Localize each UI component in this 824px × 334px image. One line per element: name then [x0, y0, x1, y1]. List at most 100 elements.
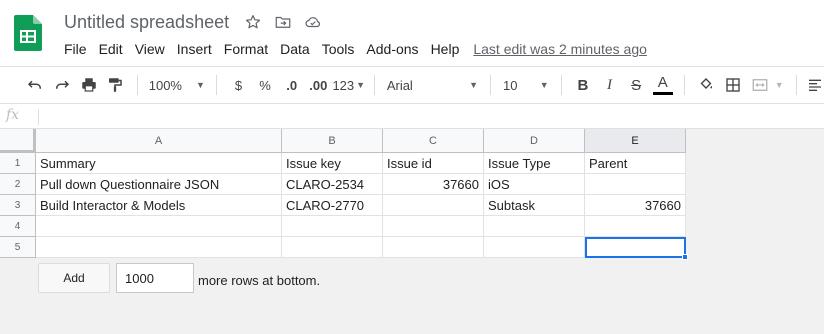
- add-rows-button[interactable]: Add: [38, 263, 110, 293]
- paint-format-icon[interactable]: [102, 72, 129, 98]
- font-size-select[interactable]: 10 ▼: [499, 72, 553, 98]
- italic-button[interactable]: I: [596, 72, 623, 98]
- cell-d1[interactable]: Issue Type: [484, 153, 585, 174]
- chevron-down-icon: ▼: [195, 80, 205, 90]
- fill-handle[interactable]: [682, 254, 688, 260]
- cell-b4[interactable]: [282, 216, 383, 237]
- cell-c2[interactable]: 37660: [383, 174, 484, 195]
- fill-color-icon[interactable]: [693, 72, 720, 98]
- cell-a2[interactable]: Pull down Questionnaire JSON: [36, 174, 282, 195]
- document-title[interactable]: Untitled spreadsheet: [64, 12, 229, 33]
- select-all-corner[interactable]: [0, 129, 36, 153]
- print-icon[interactable]: [75, 72, 102, 98]
- chevron-down-icon: ▼: [539, 80, 549, 90]
- more-formats-button[interactable]: 123 ▼: [332, 72, 366, 98]
- cell-a1[interactable]: Summary: [36, 153, 282, 174]
- cell-e2[interactable]: [585, 174, 686, 195]
- toolbar-divider: [684, 75, 686, 95]
- cell-e1[interactable]: Parent: [585, 153, 686, 174]
- cell-a5[interactable]: [36, 237, 282, 258]
- sheets-logo-icon[interactable]: [14, 15, 42, 51]
- font-size-value: 10: [503, 77, 518, 93]
- row-header-4[interactable]: 4: [0, 216, 36, 237]
- cell-d3[interactable]: Subtask: [484, 195, 585, 216]
- menu-edit[interactable]: Edit: [93, 41, 129, 57]
- cloud-status-icon[interactable]: [303, 12, 323, 32]
- cell-c3[interactable]: [383, 195, 484, 216]
- formula-input[interactable]: [44, 109, 814, 125]
- currency-format-button[interactable]: $: [225, 72, 252, 98]
- formula-bar: fx: [0, 105, 824, 129]
- cell-e3[interactable]: 37660: [585, 195, 686, 216]
- more-rows-label: more rows at bottom.: [198, 273, 321, 288]
- cell-c4[interactable]: [383, 216, 484, 237]
- cell-a4[interactable]: [36, 216, 282, 237]
- toolbar-divider: [560, 75, 562, 95]
- chevron-down-icon: ▼: [469, 80, 479, 90]
- more-formats-label: 123: [332, 77, 355, 93]
- cell-b2[interactable]: CLARO-2534: [282, 174, 383, 195]
- zoom-select[interactable]: 100% ▼: [145, 72, 208, 98]
- row-header-5[interactable]: 5: [0, 237, 36, 258]
- bold-button[interactable]: B: [570, 72, 597, 98]
- text-color-swatch: [652, 92, 673, 95]
- borders-icon[interactable]: [720, 72, 747, 98]
- redo-icon[interactable]: [49, 72, 76, 98]
- active-cell-e5[interactable]: [585, 237, 686, 258]
- align-left-icon[interactable]: [805, 72, 824, 98]
- row-header-3[interactable]: 3: [0, 195, 36, 216]
- cell-b5[interactable]: [282, 237, 383, 258]
- toolbar-divider: [796, 75, 798, 95]
- formula-divider: [38, 109, 39, 125]
- rows-count-input[interactable]: [116, 263, 194, 293]
- star-icon[interactable]: [243, 12, 263, 32]
- cell-e4[interactable]: [585, 216, 686, 237]
- sheet-grid: A B C D E 1 Summary Issue key Issue id I…: [0, 129, 824, 334]
- merge-cells-icon[interactable]: ▼: [746, 72, 788, 98]
- row-header-1[interactable]: 1: [0, 153, 36, 174]
- toolbar-divider: [490, 75, 492, 95]
- menu-data[interactable]: Data: [274, 41, 316, 57]
- toolbar-divider: [373, 75, 375, 95]
- chevron-down-icon: ▼: [774, 80, 784, 90]
- toolbar-divider: [216, 75, 218, 95]
- menu-view[interactable]: View: [129, 41, 171, 57]
- menu-bar: File Edit View Insert Format Data Tools …: [58, 38, 647, 60]
- menu-help[interactable]: Help: [425, 41, 466, 57]
- column-header-d[interactable]: D: [484, 129, 585, 153]
- undo-icon[interactable]: [22, 72, 49, 98]
- column-header-c[interactable]: C: [383, 129, 484, 153]
- cell-a3[interactable]: Build Interactor & Models: [36, 195, 282, 216]
- cell-d5[interactable]: [484, 237, 585, 258]
- text-color-button[interactable]: A: [649, 72, 676, 98]
- zoom-value: 100%: [148, 77, 182, 93]
- menu-tools[interactable]: Tools: [316, 41, 361, 57]
- decrease-decimals-button[interactable]: .0: [278, 72, 305, 98]
- font-family-select[interactable]: Arial ▼: [383, 72, 482, 98]
- menu-format[interactable]: Format: [218, 41, 274, 57]
- column-header-b[interactable]: B: [282, 129, 383, 153]
- toolbar: 100% ▼ $ % .0 .00 123 ▼ Arial ▼ 10 ▼ B I S A: [0, 66, 824, 104]
- last-edit-link[interactable]: Last edit was 2 minutes ago: [473, 41, 647, 57]
- menu-add-ons[interactable]: Add-ons: [360, 41, 424, 57]
- menu-insert[interactable]: Insert: [171, 41, 218, 57]
- menu-file[interactable]: File: [58, 41, 93, 57]
- cell-b3[interactable]: CLARO-2770: [282, 195, 383, 216]
- increase-decimals-button[interactable]: .00: [305, 72, 332, 98]
- cell-d2[interactable]: iOS: [484, 174, 585, 195]
- text-color-letter: A: [657, 74, 668, 91]
- chevron-down-icon: ▼: [356, 80, 366, 90]
- column-header-e[interactable]: E: [585, 129, 686, 153]
- percent-format-button[interactable]: %: [252, 72, 279, 98]
- cell-c1[interactable]: Issue id: [383, 153, 484, 174]
- title-row: Untitled spreadsheet: [64, 10, 323, 34]
- fx-label: fx: [6, 107, 20, 123]
- strikethrough-button[interactable]: S: [623, 72, 650, 98]
- toolbar-divider: [136, 75, 138, 95]
- cell-d4[interactable]: [484, 216, 585, 237]
- move-to-folder-icon[interactable]: [273, 12, 293, 32]
- cell-b1[interactable]: Issue key: [282, 153, 383, 174]
- column-header-a[interactable]: A: [36, 129, 282, 153]
- row-header-2[interactable]: 2: [0, 174, 36, 195]
- cell-c5[interactable]: [383, 237, 484, 258]
